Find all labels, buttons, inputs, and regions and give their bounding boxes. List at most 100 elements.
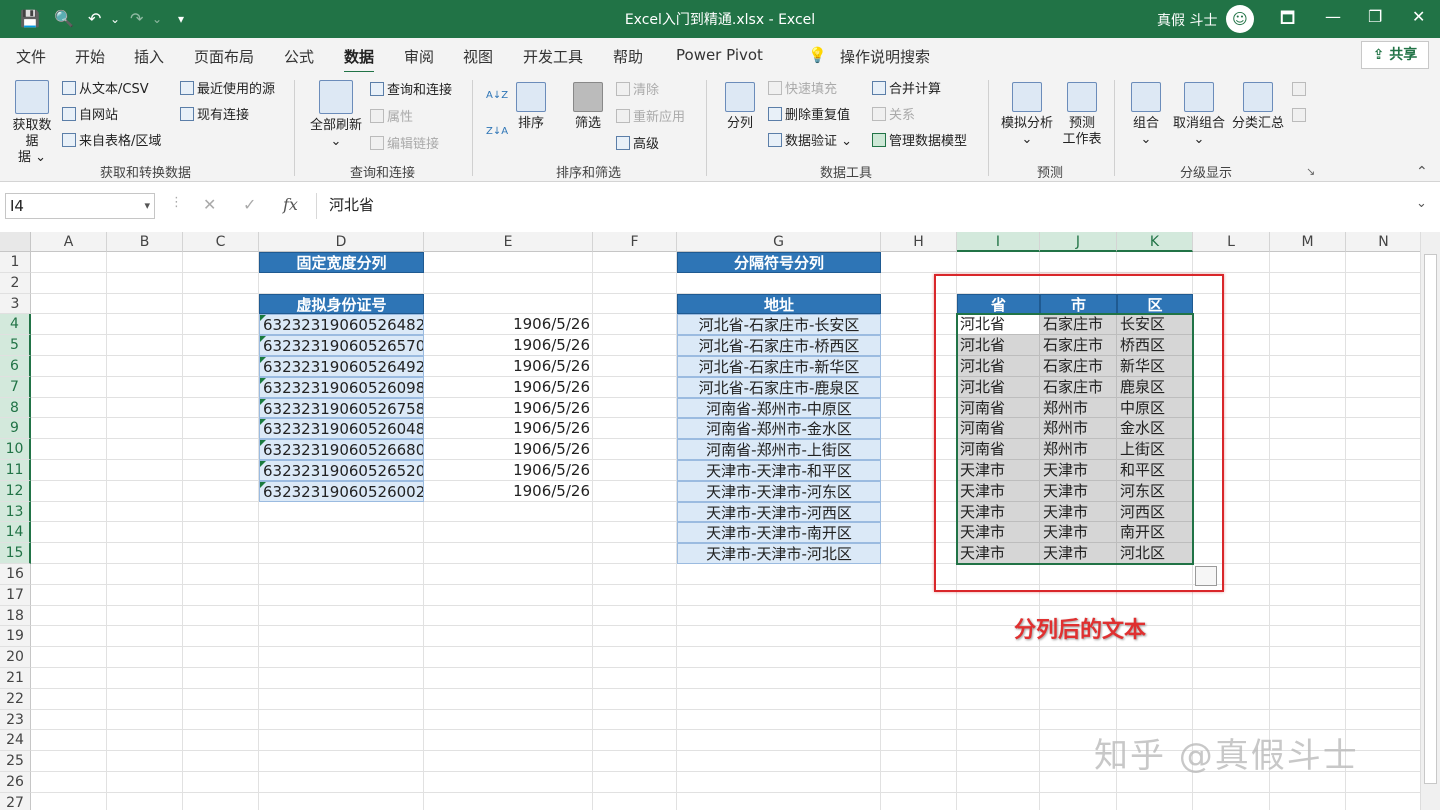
- get-data-button[interactable]: 获取数据 据 ⌄: [8, 80, 56, 166]
- sort-za-icon[interactable]: Z↓A: [486, 124, 508, 140]
- column-header-g[interactable]: G: [677, 232, 881, 252]
- worksheet-grid[interactable]: ABCDEFGHIJKLMN 1 2 3 4 5 6 7 8 9 10 11 12 13 14 15 16 17…: [0, 232, 1420, 810]
- row-header-2[interactable]: 2: [0, 272, 31, 294]
- cell-address[interactable]: 天津市-天津市-河北区: [677, 543, 881, 564]
- group-button[interactable]: 组合 ⌄: [1126, 82, 1166, 148]
- scrollbar-thumb[interactable]: [1424, 254, 1437, 784]
- column-header-b[interactable]: B: [107, 232, 183, 252]
- queries-connections-button[interactable]: 查询和连接: [370, 82, 452, 99]
- cell-address[interactable]: 河北省-石家庄市-桥西区: [677, 335, 881, 356]
- row-header-1[interactable]: 1: [0, 252, 31, 273]
- cell-date[interactable]: 1906/5/26: [424, 418, 593, 439]
- forecast-sheet-button[interactable]: 预测 工作表: [1060, 82, 1104, 148]
- cell-d3-header[interactable]: 虚拟身份证号: [259, 293, 424, 315]
- formula-input[interactable]: 河北省: [316, 193, 1436, 219]
- row-header-15[interactable]: 15: [0, 543, 31, 564]
- row-header-4[interactable]: 4: [0, 314, 31, 336]
- subtotal-button[interactable]: 分类汇总: [1230, 82, 1286, 132]
- row-header-11[interactable]: 11: [0, 460, 31, 481]
- recent-sources-button[interactable]: 最近使用的源: [180, 81, 275, 98]
- row-header-23[interactable]: 23: [0, 709, 31, 731]
- cell-date[interactable]: 1906/5/26: [424, 460, 593, 481]
- cell-date[interactable]: 1906/5/26: [424, 481, 593, 502]
- user-name[interactable]: 真假 斗士: [1157, 10, 1217, 30]
- row-header-9[interactable]: 9: [0, 418, 31, 440]
- column-header-k[interactable]: K: [1117, 232, 1193, 252]
- cell-g3-header[interactable]: 地址: [677, 293, 881, 315]
- consolidate-button[interactable]: 合并计算: [872, 81, 941, 98]
- show-detail-icon[interactable]: [1292, 82, 1309, 99]
- row-header-18[interactable]: 18: [0, 605, 31, 627]
- row-header-26[interactable]: 26: [0, 772, 31, 793]
- edit-links-button[interactable]: 编辑链接: [370, 136, 439, 153]
- cell-id-number[interactable]: 632323190605265707: [259, 335, 424, 356]
- row-header-14[interactable]: 14: [0, 522, 31, 544]
- tab-home[interactable]: 开始: [75, 46, 105, 67]
- cell-d1-title[interactable]: 固定宽度分列: [259, 252, 424, 273]
- cell-id-number[interactable]: 632323190605264827: [259, 314, 424, 336]
- name-box-dropdown-icon[interactable]: ▾: [144, 194, 150, 218]
- hide-detail-icon[interactable]: [1292, 108, 1309, 125]
- remove-duplicates-button[interactable]: 删除重复值: [768, 107, 850, 124]
- row-header-7[interactable]: 7: [0, 376, 31, 398]
- column-header-n[interactable]: N: [1346, 232, 1420, 252]
- tab-file[interactable]: 文件: [16, 46, 46, 67]
- tab-page-layout[interactable]: 页面布局: [194, 46, 254, 67]
- cell-date[interactable]: 1906/5/26: [424, 335, 593, 356]
- cell-address[interactable]: 河北省-石家庄市-长安区: [677, 314, 881, 336]
- vertical-scrollbar[interactable]: [1420, 232, 1440, 810]
- cell-id-number[interactable]: 632323190605264923: [259, 356, 424, 377]
- advanced-filter-button[interactable]: 高级: [616, 136, 659, 153]
- column-header-d[interactable]: D: [259, 232, 424, 252]
- collapse-ribbon-icon[interactable]: ⌃: [1416, 164, 1428, 180]
- row-header-12[interactable]: 12: [0, 480, 31, 502]
- sort-button[interactable]: 排序: [512, 82, 550, 132]
- row-header-5[interactable]: 5: [0, 335, 31, 356]
- column-header-j[interactable]: J: [1040, 232, 1117, 252]
- cancel-icon[interactable]: ✕: [203, 195, 216, 214]
- cell-id-number[interactable]: 63232319060526048X: [259, 418, 424, 440]
- tab-data[interactable]: 数据: [344, 46, 375, 74]
- name-box[interactable]: I4 ▾: [5, 193, 155, 219]
- cell-address[interactable]: 河北省-石家庄市-新华区: [677, 356, 881, 377]
- tab-review[interactable]: 审阅: [404, 46, 434, 67]
- cell-date[interactable]: 1906/5/26: [424, 398, 593, 419]
- insert-function-icon[interactable]: fx: [283, 195, 298, 214]
- manage-data-model-button[interactable]: 管理数据模型: [872, 133, 967, 150]
- cell-address[interactable]: 河南省-郑州市-金水区: [677, 418, 881, 440]
- row-header-8[interactable]: 8: [0, 397, 31, 419]
- cell-address[interactable]: 河南省-郑州市-上街区: [677, 439, 881, 460]
- close-icon[interactable]: ✕: [1412, 7, 1425, 26]
- row-header-27[interactable]: 27: [0, 792, 31, 810]
- column-header-f[interactable]: F: [593, 232, 677, 252]
- cell-id-number[interactable]: 632323190605267585: [259, 397, 424, 419]
- tab-formulas[interactable]: 公式: [284, 46, 314, 67]
- from-text-csv-button[interactable]: 从文本/CSV: [62, 81, 149, 98]
- row-header-25[interactable]: 25: [0, 751, 31, 772]
- tab-view[interactable]: 视图: [463, 46, 493, 67]
- tab-power-pivot[interactable]: Power Pivot: [676, 46, 763, 64]
- dialog-launcher-icon[interactable]: ↘: [1306, 164, 1315, 180]
- row-header-17[interactable]: 17: [0, 584, 31, 606]
- tab-help[interactable]: 帮助: [613, 46, 643, 67]
- row-header-19[interactable]: 19: [0, 626, 31, 648]
- ungroup-button[interactable]: 取消组合 ⌄: [1170, 82, 1228, 148]
- select-all-corner[interactable]: [0, 232, 31, 252]
- existing-connections-button[interactable]: 现有连接: [180, 107, 249, 124]
- expand-formula-icon[interactable]: ⌄: [1416, 196, 1427, 211]
- column-header-e[interactable]: E: [424, 232, 593, 252]
- data-validation-button[interactable]: 数据验证 ⌄: [768, 133, 852, 150]
- cell-address[interactable]: 天津市-天津市-河东区: [677, 480, 881, 502]
- cell-date[interactable]: 1906/5/26: [424, 356, 593, 377]
- row-header-22[interactable]: 22: [0, 688, 31, 710]
- restore-icon[interactable]: ❐: [1368, 7, 1382, 26]
- refresh-all-button[interactable]: 全部刷新 ⌄: [306, 80, 366, 150]
- column-header-h[interactable]: H: [881, 232, 957, 252]
- cell-id-number[interactable]: 632323190605266806: [259, 439, 424, 460]
- row-header-6[interactable]: 6: [0, 356, 31, 377]
- paste-options-icon[interactable]: [1195, 566, 1217, 586]
- column-header-a[interactable]: A: [31, 232, 107, 252]
- row-header-13[interactable]: 13: [0, 501, 31, 523]
- cell-date[interactable]: 1906/5/26: [424, 377, 593, 398]
- flash-fill-button[interactable]: 快速填充: [768, 81, 837, 98]
